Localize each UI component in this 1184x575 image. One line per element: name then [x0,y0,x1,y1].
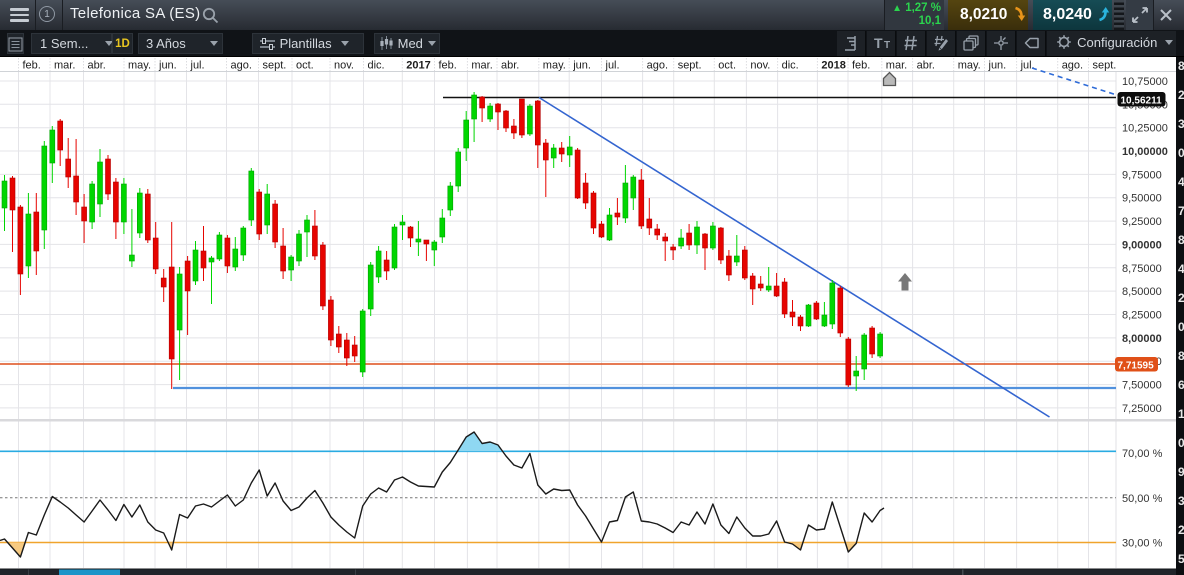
svg-text:30,00 %: 30,00 % [1122,538,1163,550]
svg-text:2: 2 [1178,88,1184,102]
svg-text:10,75000: 10,75000 [1122,76,1168,88]
svg-text:8,50000: 8,50000 [1122,286,1162,298]
svg-text:1: 1 [1178,407,1184,421]
svg-text:may.: may. [128,60,151,72]
svg-text:8,00000: 8,00000 [1122,333,1162,345]
svg-text:abr.: abr. [88,60,106,72]
svg-text:6: 6 [1178,378,1184,392]
svg-text:T: T [874,35,883,51]
svg-text:8: 8 [1178,349,1184,363]
svg-text:70,00 %: 70,00 % [1122,448,1163,460]
svg-text:ago.: ago. [1062,60,1083,72]
svg-text:jul.: jul. [1020,60,1035,72]
svg-text:3: 3 [1178,494,1184,508]
svg-text:mar.: mar. [54,60,75,72]
svg-text:abr.: abr. [501,60,519,72]
svg-text:10,56211: 10,56211 [1121,96,1163,107]
svg-text:9,50000: 9,50000 [1122,193,1162,205]
svg-text:9,00000: 9,00000 [1122,239,1162,251]
svg-text:7: 7 [1178,204,1184,218]
svg-text:oct.: oct. [718,60,736,72]
svg-text:9,25000: 9,25000 [1122,216,1162,228]
svg-text:8,75000: 8,75000 [1122,263,1162,275]
svg-text:dic.: dic. [368,60,385,72]
svg-text:3: 3 [1178,117,1184,131]
svg-text:mar.: mar. [886,60,907,72]
svg-text:8: 8 [1178,59,1184,73]
svg-text:10,00000: 10,00000 [1122,146,1168,158]
svg-text:jul.: jul. [190,60,205,72]
svg-text:sept.: sept. [678,60,702,72]
svg-text:10,25000: 10,25000 [1122,123,1168,135]
svg-text:8: 8 [1178,233,1184,247]
svg-text:may.: may. [958,60,981,72]
svg-text:ago.: ago. [231,60,252,72]
svg-text:7,25000: 7,25000 [1122,403,1162,415]
svg-text:7,50000: 7,50000 [1122,380,1162,392]
svg-text:jul.: jul. [605,60,620,72]
svg-text:2: 2 [1178,523,1184,537]
svg-text:0: 0 [1178,146,1184,160]
svg-text:feb.: feb. [23,60,41,72]
svg-text:sept.: sept. [1093,60,1117,72]
svg-text:nov.: nov. [334,60,354,72]
svg-text:T: T [884,40,890,51]
svg-text:jun.: jun. [572,60,591,72]
svg-text:feb.: feb. [439,60,457,72]
svg-text:mar.: mar. [471,60,492,72]
svg-text:sept.: sept. [263,60,287,72]
svg-text:9: 9 [1178,465,1184,479]
svg-text:abr.: abr. [917,60,935,72]
svg-text:dic.: dic. [782,60,799,72]
svg-text:jun.: jun. [158,60,177,72]
svg-text:nov.: nov. [750,60,770,72]
svg-text:7,71595: 7,71595 [1118,361,1155,372]
svg-text:may.: may. [543,60,566,72]
svg-text:2: 2 [1178,291,1184,305]
svg-text:4: 4 [1178,175,1184,189]
svg-text:oct.: oct. [296,60,314,72]
svg-text:8,25000: 8,25000 [1122,310,1162,322]
svg-text:ago.: ago. [647,60,668,72]
svg-text:5: 5 [1178,552,1184,566]
svg-text:50,00 %: 50,00 % [1122,493,1163,505]
svg-text:0: 0 [1178,436,1184,450]
svg-text:4: 4 [1178,262,1184,276]
svg-text:feb.: feb. [852,60,870,72]
svg-text:jun.: jun. [988,60,1007,72]
svg-text:2017: 2017 [406,60,430,72]
svg-text:2018: 2018 [821,60,845,72]
svg-text:0: 0 [1178,320,1184,334]
svg-text:9,75000: 9,75000 [1122,169,1162,181]
